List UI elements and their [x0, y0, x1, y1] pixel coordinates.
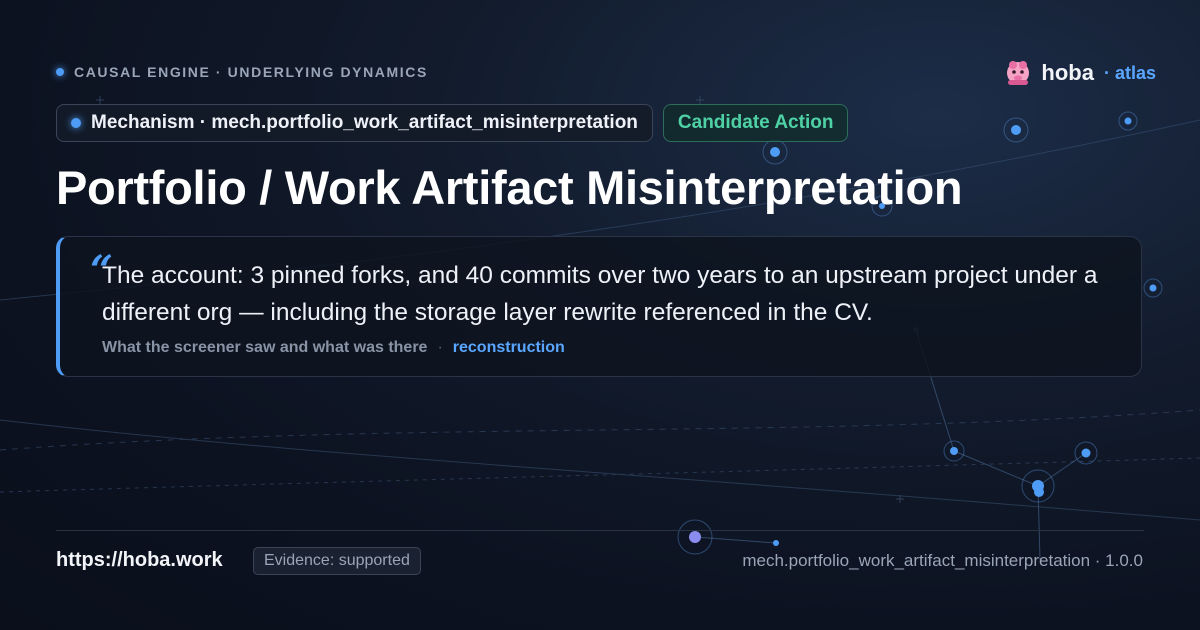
- chip-row: Mechanism · mech.portfolio_work_artifact…: [56, 104, 849, 142]
- quote-meta: What the screener saw and what was there…: [102, 339, 565, 357]
- meta-separator: ·: [437, 339, 443, 356]
- footer-divider: [56, 530, 1144, 531]
- quote-source: What the screener saw and what was there: [102, 339, 428, 356]
- mechanism-id-version: mech.portfolio_work_artifact_misinterpre…: [742, 551, 1143, 570]
- hoba-mascot-icon: [1007, 61, 1030, 85]
- evidence-badge: Evidence: supported: [253, 547, 421, 575]
- eyebrow: CAUSAL ENGINE · UNDERLYING DYNAMICS: [56, 64, 428, 80]
- status-dot-icon: [56, 68, 64, 76]
- page-title: Portfolio / Work Artifact Misinterpretat…: [56, 161, 963, 214]
- quote-tag[interactable]: reconstruction: [453, 339, 565, 357]
- eyebrow-label: CAUSAL ENGINE · UNDERLYING DYNAMICS: [74, 64, 428, 80]
- brand-name: hoba: [1041, 60, 1094, 85]
- brand-subtitle: · atlas: [1103, 62, 1156, 83]
- status-dot-icon: [71, 118, 81, 128]
- candidate-action-label: Candidate Action: [677, 112, 834, 133]
- mechanism-chip-label: Mechanism · mech.portfolio_work_artifact…: [91, 112, 638, 133]
- footer-url-link[interactable]: https://hoba.work: [56, 549, 223, 572]
- mechanism-chip[interactable]: Mechanism · mech.portfolio_work_artifact…: [56, 104, 653, 142]
- brand[interactable]: hoba · atlas: [1003, 58, 1156, 88]
- quote-card: “ The account: 3 pinned forks, and 40 co…: [56, 236, 1142, 377]
- quote-text: The account: 3 pinned forks, and 40 comm…: [102, 262, 1098, 326]
- candidate-action-chip[interactable]: Candidate Action: [662, 104, 849, 142]
